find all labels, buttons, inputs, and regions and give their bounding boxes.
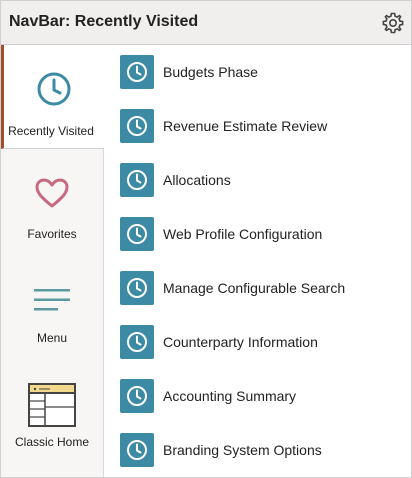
list-item[interactable]: Manage Configurable Search xyxy=(104,261,411,315)
list-item[interactable]: Web Profile Configuration xyxy=(104,207,411,261)
sidebar-item-recently-visited[interactable]: Recently Visited xyxy=(1,45,104,149)
list-item[interactable]: Accounting Summary xyxy=(104,369,411,423)
list-item-label: Counterparty Information xyxy=(163,334,318,350)
sidebar-item-label: Classic Home xyxy=(14,435,89,449)
clock-icon xyxy=(120,325,154,359)
recently-visited-list: Budgets Phase Revenue Estimate Review Al… xyxy=(104,45,411,477)
navbar-sidebar: Recently Visited Favorites Menu Classic … xyxy=(1,45,104,477)
sidebar-item-label: Favorites xyxy=(27,227,77,241)
list-item-label: Budgets Phase xyxy=(163,64,258,80)
sidebar-item-label: Recently Visited xyxy=(8,124,94,138)
list-item[interactable]: Budgets Phase xyxy=(104,45,411,99)
clock-icon xyxy=(120,55,154,89)
clock-icon xyxy=(120,109,154,143)
list-item[interactable]: Revenue Estimate Review xyxy=(104,99,411,153)
menu-lines-icon xyxy=(34,287,70,318)
list-item[interactable]: Allocations xyxy=(104,153,411,207)
gear-icon[interactable] xyxy=(381,11,405,35)
clock-icon xyxy=(120,379,154,413)
list-item-label: Accounting Summary xyxy=(163,388,297,404)
sidebar-item-favorites[interactable]: Favorites xyxy=(1,149,103,253)
sidebar-item-menu[interactable]: Menu xyxy=(1,253,103,357)
clock-icon xyxy=(36,71,72,112)
clock-icon xyxy=(120,433,154,467)
list-item-label: Web Profile Configuration xyxy=(163,226,323,242)
heart-icon xyxy=(34,177,70,214)
list-item-label: Manage Configurable Search xyxy=(163,280,346,296)
navbar-panel: NavBar: Recently Visited Recently Visite… xyxy=(0,0,412,478)
sidebar-item-classic-home[interactable]: Classic Home xyxy=(1,357,103,461)
clock-icon xyxy=(120,217,154,251)
clock-icon xyxy=(120,163,154,197)
list-item-label: Branding System Options xyxy=(163,442,322,458)
list-item-label: Allocations xyxy=(163,172,231,188)
sidebar-item-label: Menu xyxy=(36,331,68,345)
navbar-header: NavBar: Recently Visited xyxy=(1,1,411,45)
list-item-label: Revenue Estimate Review xyxy=(163,118,328,134)
clock-icon xyxy=(120,271,154,305)
navbar-title: NavBar: Recently Visited xyxy=(9,13,199,30)
list-item[interactable]: Branding System Options xyxy=(104,423,411,477)
list-item[interactable]: Counterparty Information xyxy=(104,315,411,369)
classic-home-window-icon xyxy=(28,383,76,432)
